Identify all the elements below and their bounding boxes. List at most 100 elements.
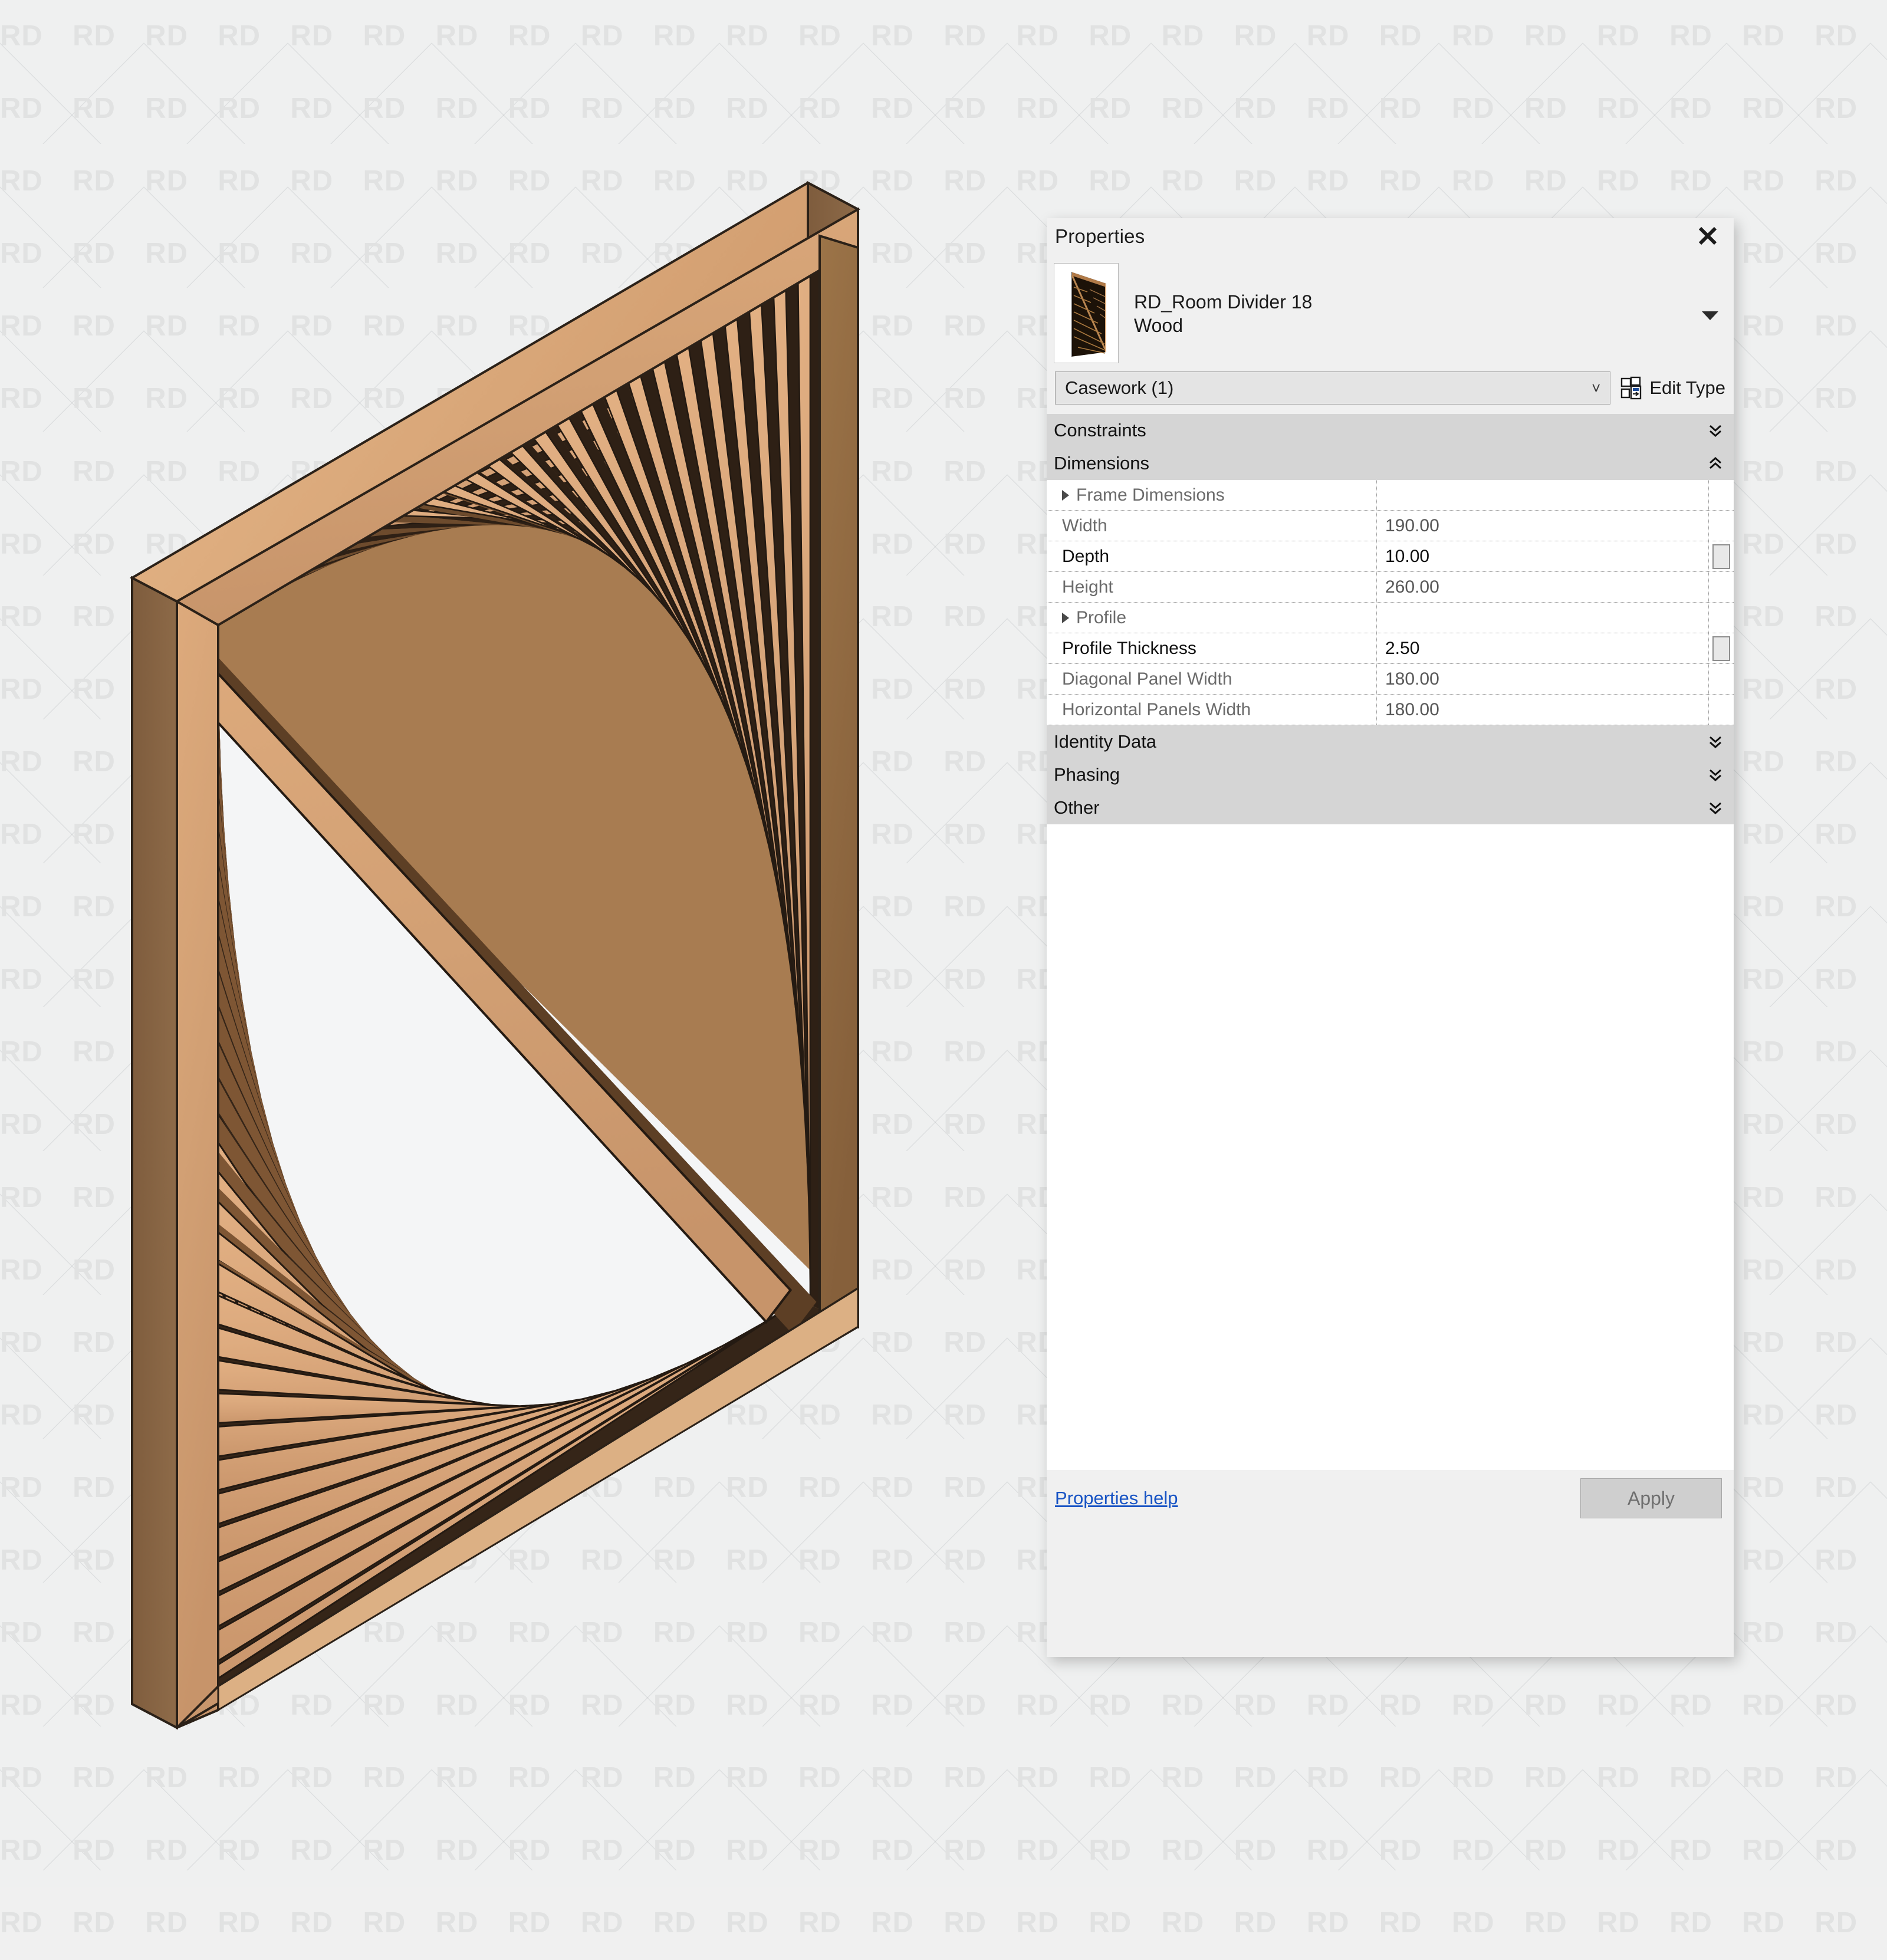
watermark-label: RD xyxy=(580,1907,624,1939)
room-divider-3d-view xyxy=(129,180,861,1730)
watermark-label: RD xyxy=(1016,1907,1060,1939)
table-row[interactable]: Profile Thickness 2.50 xyxy=(1047,633,1734,664)
watermark-label: RD xyxy=(0,1907,43,1939)
property-name: Diagonal Panel Width xyxy=(1062,669,1232,689)
property-value: 10.00 xyxy=(1385,546,1430,566)
chevron-double-down-icon xyxy=(1708,799,1723,817)
section-label: Phasing xyxy=(1054,764,1120,785)
watermark-label: RD xyxy=(653,1907,696,1939)
property-name: Width xyxy=(1062,515,1107,535)
property-row-button-cell xyxy=(1709,603,1734,633)
watermark-label: RD xyxy=(1814,1907,1858,1939)
section-header-other[interactable]: Other xyxy=(1047,791,1734,824)
watermark-label: RD xyxy=(725,1907,769,1939)
table-row[interactable]: Width 190.00 xyxy=(1047,511,1734,541)
table-row[interactable]: Height 260.00 xyxy=(1047,572,1734,603)
section-header-dimensions[interactable]: Dimensions xyxy=(1047,447,1734,480)
chevron-down-icon: ˅ xyxy=(1592,379,1601,397)
table-row[interactable]: Diagonal Panel Width 180.00 xyxy=(1047,664,1734,695)
watermark-label: RD xyxy=(1524,1907,1567,1939)
properties-help-link[interactable]: Properties help xyxy=(1055,1488,1178,1509)
watermark-label: RD xyxy=(363,1907,406,1939)
section-label: Constraints xyxy=(1054,420,1146,440)
property-name-cell: Width xyxy=(1047,511,1377,541)
apply-button[interactable]: Apply xyxy=(1580,1478,1722,1518)
watermark-label: RD xyxy=(1451,1907,1495,1939)
chevron-double-down-icon xyxy=(1708,766,1723,784)
chevron-double-down-icon xyxy=(1708,733,1723,751)
property-value: 260.00 xyxy=(1385,577,1439,597)
properties-palette: Properties RD_Room Divider 18 Wood Casew… xyxy=(1047,218,1734,1657)
category-select[interactable]: Casework (1) ˅ xyxy=(1055,371,1611,405)
property-value: 2.50 xyxy=(1385,638,1420,658)
edit-type-icon xyxy=(1621,376,1642,400)
watermark-label: RD xyxy=(1669,1907,1712,1939)
property-name-cell: Diagonal Panel Width xyxy=(1047,664,1377,694)
close-icon[interactable] xyxy=(1695,223,1721,249)
property-name: Frame Dimensions xyxy=(1076,485,1225,505)
watermark-label: RD xyxy=(798,1907,841,1939)
watermark-label: RD xyxy=(944,1907,987,1939)
watermark-label: RD xyxy=(1306,1907,1350,1939)
property-name: Horizontal Panels Width xyxy=(1062,699,1251,719)
watermark-label: RD xyxy=(73,1907,116,1939)
watermark-label: RD xyxy=(218,1907,261,1939)
property-row-button-cell xyxy=(1709,695,1734,725)
property-value: 180.00 xyxy=(1385,669,1439,689)
app-canvas: RD RD RD RD RD RD RD RD RD RD RD RD RD RD RD RD RD RD RD RD… xyxy=(0,0,1887,1939)
triangle-right-icon[interactable] xyxy=(1062,612,1069,623)
property-name: Depth xyxy=(1062,546,1110,566)
property-value-cell[interactable]: 2.50 xyxy=(1377,633,1709,663)
section-header-phasing[interactable]: Phasing xyxy=(1047,758,1734,791)
section-label: Other xyxy=(1054,797,1100,818)
watermark-label: RD xyxy=(290,1907,334,1939)
property-name: Height xyxy=(1062,577,1113,597)
table-row[interactable]: Profile xyxy=(1047,603,1734,633)
property-name-cell: Profile xyxy=(1047,603,1377,633)
table-row[interactable]: Frame Dimensions xyxy=(1047,480,1734,511)
property-value-cell[interactable] xyxy=(1377,480,1709,510)
watermark-label: RD xyxy=(1234,1907,1277,1939)
edit-type-label: Edit Type xyxy=(1649,377,1725,398)
property-row-button-cell xyxy=(1709,511,1734,541)
property-value-cell[interactable]: 180.00 xyxy=(1377,695,1709,725)
property-name-cell: Frame Dimensions xyxy=(1047,480,1377,510)
category-select-value: Casework (1) xyxy=(1065,377,1174,398)
watermark-label: RD xyxy=(435,1907,479,1939)
property-value-cell[interactable]: 260.00 xyxy=(1377,572,1709,602)
parameter-association-button[interactable] xyxy=(1712,544,1730,569)
watermark-label: RD xyxy=(1161,1907,1205,1939)
triangle-right-icon[interactable] xyxy=(1062,489,1069,501)
property-row-button-cell xyxy=(1709,633,1734,663)
property-name: Profile Thickness xyxy=(1062,638,1196,658)
parameter-association-button[interactable] xyxy=(1712,636,1730,661)
property-value-cell[interactable]: 180.00 xyxy=(1377,664,1709,694)
section-header-identity-data[interactable]: Identity Data xyxy=(1047,725,1734,758)
section-label: Identity Data xyxy=(1054,731,1157,752)
section-header-constraints[interactable]: Constraints xyxy=(1047,414,1734,447)
type-name-type: Wood xyxy=(1134,315,1184,336)
property-row-button-cell xyxy=(1709,480,1734,510)
property-row-button-cell xyxy=(1709,572,1734,602)
watermark-label: RD xyxy=(871,1907,914,1939)
chevron-down-icon[interactable] xyxy=(1702,311,1718,320)
property-value-cell[interactable] xyxy=(1377,603,1709,633)
property-value-cell[interactable]: 190.00 xyxy=(1377,511,1709,541)
properties-table: Frame Dimensions Width 190.00 Depth 10.00 Hei… xyxy=(1047,480,1734,725)
properties-empty-area xyxy=(1047,824,1734,1470)
table-row[interactable]: Depth 10.00 xyxy=(1047,541,1734,572)
edit-type-button[interactable]: Edit Type xyxy=(1620,376,1725,400)
type-thumbnail xyxy=(1054,263,1119,363)
watermark-label: RD xyxy=(1742,1907,1786,1939)
watermark-label: RD xyxy=(1089,1907,1132,1939)
chevron-double-up-icon xyxy=(1708,455,1723,472)
property-row-button-cell xyxy=(1709,541,1734,571)
type-selector-row: Casework (1) ˅ Edit Type xyxy=(1047,371,1734,405)
watermark-label: RD xyxy=(1597,1907,1640,1939)
property-value-cell[interactable]: 10.00 xyxy=(1377,541,1709,571)
watermark-label: RD xyxy=(145,1907,188,1939)
bottom-sections: Identity Data Phasing Other xyxy=(1047,725,1734,824)
table-row[interactable]: Horizontal Panels Width 180.00 xyxy=(1047,695,1734,725)
properties-footer: Properties help Apply xyxy=(1047,1470,1734,1527)
type-name-family: RD_Room Divider 18 xyxy=(1134,291,1313,313)
